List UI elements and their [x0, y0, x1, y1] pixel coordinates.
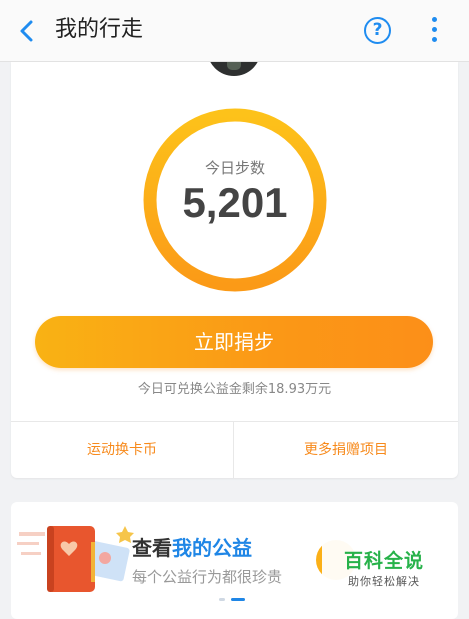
steps-count: 5,201	[182, 179, 288, 226]
watermark-title: 百科全说	[343, 550, 424, 572]
avatar[interactable]	[207, 62, 261, 76]
more-donation-projects-link[interactable]: 更多捐赠项目	[234, 422, 458, 478]
donate-steps-button[interactable]: 立即捐步	[35, 316, 433, 368]
steps-card: 今日步数 5,201 立即捐步 今日可兑换公益金剩余18.93万元 运动换卡币 …	[11, 62, 458, 478]
steps-label: 今日步数	[204, 159, 265, 177]
banner-title: 查看我的公益	[132, 532, 252, 561]
watermark-subtitle: 助你轻松解决	[348, 575, 420, 588]
chevron-left-icon[interactable]	[12, 16, 42, 46]
watermark-logo: 百科全说 助你轻松解决	[322, 538, 446, 596]
exercise-for-coins-link[interactable]: 运动换卡币	[11, 422, 233, 478]
carousel-indicator	[219, 598, 259, 602]
banner-title-highlight: 我的公益	[172, 536, 252, 560]
more-vertical-icon[interactable]	[428, 17, 440, 45]
banner-title-prefix: 查看	[132, 536, 172, 560]
top-bar: 我的行走 ?	[0, 0, 469, 62]
banner-subtitle: 每个公益行为都很珍贵	[132, 568, 283, 586]
carousel-dot-active[interactable]	[231, 598, 245, 601]
help-icon[interactable]: ?	[364, 17, 391, 44]
page-title: 我的行走	[55, 17, 144, 42]
notebook-icon	[17, 526, 134, 592]
remaining-funds-text: 今日可兑换公益金剩余18.93万元	[137, 382, 332, 397]
carousel-dot[interactable]	[219, 598, 225, 601]
